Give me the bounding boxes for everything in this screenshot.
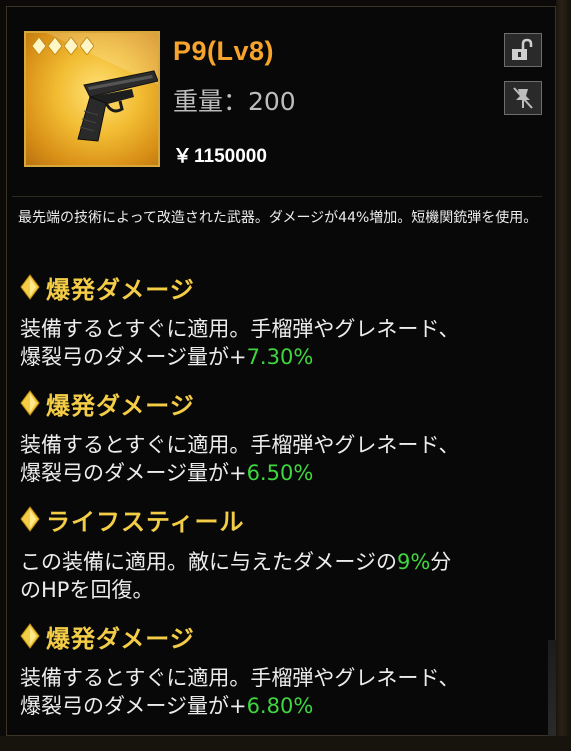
effect-line: 装備するとすぐに適用。手榴弾やグレネード、 xyxy=(20,433,460,457)
effect-title-text: 爆発ダメージ xyxy=(46,391,195,420)
effect-line: 爆裂弓のダメージ量が+7.30% xyxy=(20,343,540,371)
effect-text: 分 xyxy=(430,550,452,574)
effect-value: 7.30% xyxy=(246,345,314,369)
effect-title-2: 爆発ダメージ xyxy=(20,386,195,420)
lock-icon xyxy=(512,38,533,60)
unpin-icon xyxy=(513,87,533,109)
item-name: P9(Lv8) xyxy=(173,36,275,66)
plus-sign: + xyxy=(228,694,247,718)
effect-value: 6.80% xyxy=(246,694,314,718)
effect-line: 装備するとすぐに適用。手榴弾やグレネード、 xyxy=(20,666,460,690)
background-ui-bottom xyxy=(0,736,571,751)
diamond-bullet-icon xyxy=(20,274,40,300)
plus-sign: + xyxy=(228,345,247,369)
effect-body-1: 装備するとすぐに適用。手榴弾やグレネード、 爆裂弓のダメージ量が+7.30% xyxy=(20,315,540,371)
effect-text: 爆裂弓のダメージ量が xyxy=(20,461,229,485)
plus-sign: + xyxy=(228,461,247,485)
unpin-button[interactable] xyxy=(504,81,542,115)
effect-line: 爆裂弓のダメージ量が+6.80% xyxy=(20,692,540,720)
divider xyxy=(12,196,542,197)
diamond-bullet-icon xyxy=(20,506,40,532)
effect-text: この装備に適用。敵に与えたダメージの xyxy=(20,550,397,574)
lock-button[interactable] xyxy=(504,33,542,67)
star-icon xyxy=(64,37,78,55)
star-icon xyxy=(32,37,46,55)
item-weight: 重量：200 xyxy=(173,87,296,116)
pistol-icon xyxy=(77,70,158,142)
diamond-bullet-icon xyxy=(20,623,40,649)
price-value: 1150000 xyxy=(194,146,267,167)
effect-title-4: 爆発ダメージ xyxy=(20,619,195,653)
star-icon xyxy=(80,37,94,55)
effect-line: 爆裂弓のダメージ量が+6.50% xyxy=(20,459,540,487)
effect-text: 爆裂弓のダメージ量が xyxy=(20,345,229,369)
effect-line: のHPを回復。 xyxy=(20,578,154,602)
item-description: 最先端の技術によって改造された武器。ダメージが44%増加。短機関銃弾を使用。 xyxy=(18,210,538,226)
item-icon-frame xyxy=(24,31,160,167)
effect-text: 爆裂弓のダメージ量が xyxy=(20,694,229,718)
effect-value: 9% xyxy=(396,550,431,574)
yen-symbol: ￥ xyxy=(173,146,193,167)
effect-line: 装備するとすぐに適用。手榴弾やグレネード、 xyxy=(20,317,460,341)
effect-title-1: 爆発ダメージ xyxy=(20,270,195,304)
background-ui-edge xyxy=(556,0,571,751)
effect-body-4: 装備するとすぐに適用。手榴弾やグレネード、 爆裂弓のダメージ量が+6.80% xyxy=(20,664,540,720)
rarity-stars xyxy=(32,37,94,55)
effect-title-text: ライフスティール xyxy=(46,507,245,536)
diamond-bullet-icon xyxy=(20,390,40,416)
effect-title-text: 爆発ダメージ xyxy=(46,624,195,653)
effect-title-text: 爆発ダメージ xyxy=(46,275,195,304)
effect-value: 6.50% xyxy=(246,461,314,485)
effect-line: この装備に適用。敵に与えたダメージの9%分 xyxy=(20,548,540,576)
scroll-edge xyxy=(548,640,556,736)
item-price: ￥ 1150000 xyxy=(173,141,267,168)
effect-body-3: この装備に適用。敵に与えたダメージの9%分 のHPを回復。 xyxy=(20,548,540,604)
star-icon xyxy=(48,37,62,55)
effect-body-2: 装備するとすぐに適用。手榴弾やグレネード、 爆裂弓のダメージ量が+6.50% xyxy=(20,431,540,487)
effect-title-3: ライフスティール xyxy=(20,502,245,536)
